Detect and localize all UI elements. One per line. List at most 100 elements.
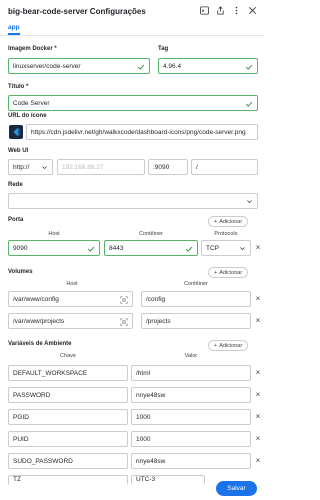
remove-env-button[interactable]: × [254, 435, 262, 443]
env-value-input[interactable]: 1000 [131, 409, 251, 425]
check-icon [245, 101, 253, 107]
env-value-value: nnye48sw [136, 391, 166, 399]
env-value-value: 1000 [136, 413, 151, 421]
volume-host-value: /var/www/projects [13, 317, 65, 325]
webui-port-value: :9090 [153, 163, 170, 171]
tag-label: Tag [158, 46, 169, 52]
port-col-container: Contêiner [139, 231, 163, 237]
add-port-label: Adicionar [219, 218, 243, 225]
close-icon[interactable] [248, 6, 257, 15]
port-host-input[interactable]: 9090 [8, 240, 100, 256]
check-icon [137, 64, 145, 70]
check-icon [185, 246, 193, 252]
chevron-down-icon [247, 200, 252, 204]
env-key-value: PUID [13, 435, 29, 443]
more-icon[interactable] [232, 6, 241, 15]
webui-label: Web UI [8, 148, 29, 154]
volume-container-input[interactable]: /config [141, 291, 251, 307]
image-label: Imagem Docker * [8, 46, 57, 52]
webui-path-input[interactable]: / [191, 159, 258, 175]
tab-indicator [8, 33, 20, 35]
volume-col-container: Contêiner [184, 281, 208, 287]
dialog-title: big-bear-code-server Configurações [8, 7, 146, 16]
remove-env-button[interactable]: × [254, 391, 262, 399]
title-input[interactable]: Code Server [8, 95, 258, 111]
tab-app[interactable]: app [8, 24, 20, 31]
volume-host-value: /var/www/config [13, 295, 59, 303]
webui-port-input[interactable]: :9090 [148, 159, 188, 175]
port-label: Porta [8, 217, 24, 223]
port-col-host: Host [48, 231, 60, 237]
add-volume-button[interactable]: + Adicionar [208, 267, 249, 278]
env-value-input[interactable]: nnye48sw [131, 387, 251, 403]
volume-container-value: /projects [146, 317, 171, 325]
env-value-input[interactable]: nnye48sw [131, 453, 251, 469]
remove-env-button[interactable]: × [254, 413, 262, 421]
env-value-input[interactable]: UTC-3 [131, 475, 205, 485]
env-key-input[interactable]: DEFAULT_WORKSPACE [8, 365, 128, 381]
env-value-value: nnye48sw [136, 457, 166, 465]
title-value: Code Server [13, 99, 50, 107]
plus-icon: + [214, 342, 218, 349]
network-label: Rede [8, 182, 23, 188]
env-key-value: PASSWORD [13, 391, 51, 399]
image-value: linuxserver/code-server [13, 62, 81, 70]
plus-icon: + [214, 218, 218, 225]
remove-volume-button[interactable]: × [254, 295, 262, 303]
add-env-button[interactable]: + Adicionar [208, 340, 249, 351]
env-key-input[interactable]: SUDO_PASSWORD [8, 453, 128, 469]
add-env-label: Adicionar [219, 342, 243, 349]
env-value-value: /html [136, 369, 151, 377]
remove-env-button[interactable]: × [254, 369, 262, 377]
env-key-input[interactable]: TZ [8, 475, 128, 485]
check-icon [245, 64, 253, 70]
webui-host-placeholder: 192.168.88.27 [62, 163, 104, 171]
network-select[interactable] [8, 193, 258, 209]
remove-env-button[interactable]: × [254, 457, 262, 465]
icon-url-label: URL do ícone [8, 113, 47, 119]
terminal-icon[interactable] [200, 6, 209, 15]
check-icon [87, 246, 95, 252]
tag-input[interactable]: 4.96.4 [158, 58, 258, 74]
icon-url-value: https://cdn.jsdelivr.net/gh/walkxcode/da… [31, 128, 246, 136]
env-key-value: SUDO_PASSWORD [13, 457, 73, 465]
env-key-value: PGID [13, 413, 29, 421]
env-value-value: UTC-3 [136, 476, 156, 483]
port-container-input[interactable]: 8443 [104, 240, 198, 256]
chevron-down-icon [42, 166, 47, 170]
env-key-value: DEFAULT_WORKSPACE [13, 369, 88, 377]
volume-host-input[interactable]: /var/www/projects [8, 313, 133, 329]
header-actions [200, 6, 257, 15]
plus-icon: + [214, 269, 218, 276]
add-volume-label: Adicionar [219, 269, 243, 276]
volumes-label: Volumes [8, 269, 33, 275]
folder-browse-icon[interactable] [120, 296, 128, 304]
env-value-input[interactable]: /html [131, 365, 251, 381]
image-input[interactable]: linuxserver/code-server [8, 58, 150, 74]
export-icon[interactable] [216, 6, 225, 15]
env-value-value: 1000 [136, 435, 151, 443]
env-key-input[interactable]: PGID [8, 409, 128, 425]
dialog-header: big-bear-code-server Configurações app [0, 0, 265, 36]
remove-port-button[interactable]: × [254, 244, 262, 252]
env-col-value: Valor [184, 353, 198, 359]
folder-browse-icon[interactable] [120, 318, 128, 326]
webui-scheme-select[interactable]: http:// [8, 159, 53, 175]
volume-container-input[interactable]: /projects [141, 313, 251, 329]
env-key-input[interactable]: PUID [8, 431, 128, 447]
env-value-input[interactable]: 1000 [131, 431, 251, 447]
icon-url-input[interactable]: https://cdn.jsdelivr.net/gh/walkxcode/da… [26, 124, 258, 140]
webui-host-input[interactable]: 192.168.88.27 [57, 159, 145, 175]
port-container-value: 8443 [109, 244, 124, 252]
title-label: Título * [8, 84, 29, 90]
chevron-down-icon [240, 247, 245, 251]
env-key-value: TZ [13, 476, 21, 483]
env-key-input[interactable]: PASSWORD [8, 387, 128, 403]
port-protocol-select[interactable]: TCP [201, 240, 251, 256]
volume-container-value: /config [146, 295, 166, 303]
save-button[interactable]: Salvar [216, 481, 257, 496]
port-col-protocol: Protocolo [214, 231, 238, 237]
add-port-button[interactable]: + Adicionar [208, 216, 249, 227]
remove-volume-button[interactable]: × [254, 317, 262, 325]
volume-host-input[interactable]: /var/www/config [8, 291, 133, 307]
